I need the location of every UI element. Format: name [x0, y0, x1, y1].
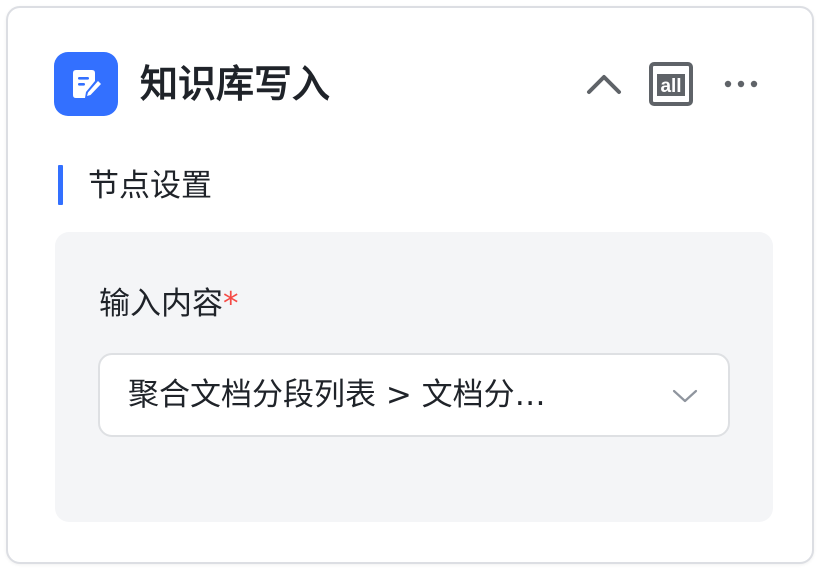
all-toggle-button[interactable]: all	[648, 61, 694, 107]
node-settings-panel: 输入内容* 聚合文档分段列表 > 文档分…	[55, 232, 773, 522]
input-content-select[interactable]: 聚合文档分段列表 > 文档分…	[98, 353, 730, 437]
more-horizontal-icon	[724, 80, 758, 88]
collapse-button[interactable]	[582, 62, 626, 106]
chevron-up-icon	[587, 75, 621, 94]
section-accent-bar	[58, 165, 63, 205]
section-title: 节点设置	[88, 168, 212, 204]
knowledge-write-node-card: 知识库写入 all 节点设置 输入内容* 聚合文档分段列表 > 文档分…	[6, 6, 814, 564]
node-title: 知识库写入	[140, 62, 331, 106]
all-label: all	[660, 76, 681, 97]
chevron-down-icon	[670, 381, 700, 411]
selected-value: 聚合文档分段列表 > 文档分…	[128, 377, 546, 413]
input-content-label-text: 输入内容	[99, 286, 223, 322]
edit-document-icon	[54, 52, 118, 116]
required-mark: *	[223, 286, 239, 322]
input-content-label: 输入内容*	[99, 282, 239, 326]
more-button[interactable]	[718, 62, 764, 106]
